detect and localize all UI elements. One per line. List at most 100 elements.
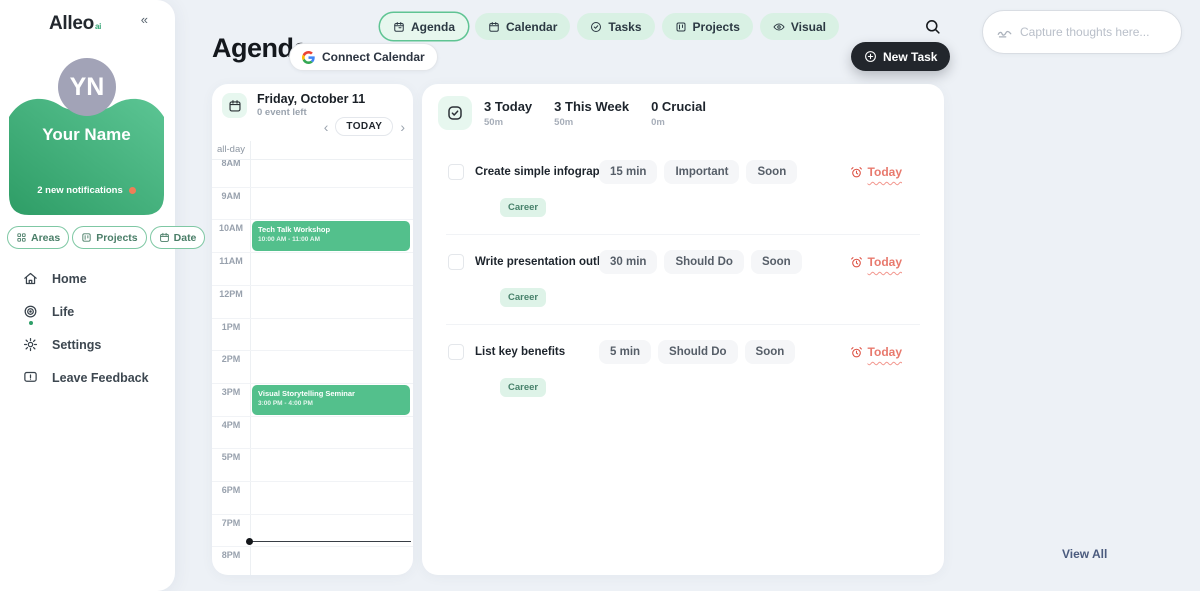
- task-checkbox[interactable]: [448, 254, 464, 270]
- brand-logo: Alleoai: [0, 13, 150, 35]
- hour-label: 9AM: [212, 191, 250, 201]
- menu-label: Life: [52, 305, 74, 319]
- task-urgency-pill[interactable]: Soon: [745, 340, 796, 364]
- calendar-icon: [488, 21, 500, 33]
- tab-label: Tasks: [608, 20, 641, 34]
- hour-row: 1PM: [212, 318, 413, 351]
- calendar-events-left: 0 event left: [257, 107, 307, 118]
- hour-row: 11AM: [212, 252, 413, 285]
- hour-row: 12PM: [212, 285, 413, 318]
- tab-label: Calendar: [506, 20, 557, 34]
- task-title: Create simple infographic: [475, 166, 599, 178]
- task-checkbox[interactable]: [448, 164, 464, 180]
- tab-calendar[interactable]: Calendar: [475, 13, 570, 40]
- today-button[interactable]: TODAY: [335, 117, 393, 136]
- task-checkbox[interactable]: [448, 344, 464, 360]
- task-tag[interactable]: Career: [500, 378, 546, 397]
- task-duration-pill[interactable]: 5 min: [599, 340, 651, 364]
- hour-row: 6PM: [212, 481, 413, 514]
- agenda-icon: [393, 21, 405, 33]
- task-due-label: Today: [868, 255, 902, 269]
- sidebar-item-leave-feedback[interactable]: Leave Feedback: [0, 361, 175, 394]
- stat-label: 3 Today: [484, 99, 532, 114]
- task-title: Write presentation outline: [475, 256, 599, 268]
- capture-input[interactable]: [1020, 25, 1167, 39]
- connect-calendar-button[interactable]: Connect Calendar: [289, 43, 438, 71]
- next-day-icon[interactable]: ›: [400, 120, 405, 134]
- task-due-badge[interactable]: Today: [850, 345, 902, 359]
- hour-label: 5PM: [212, 452, 250, 462]
- capture-box: [982, 10, 1182, 54]
- projects-icon: [675, 21, 687, 33]
- task-list: Create simple infographic15 min Important…: [422, 144, 944, 414]
- filter-date[interactable]: Date: [150, 226, 206, 249]
- life-icon: [23, 304, 38, 319]
- new-task-button[interactable]: New Task: [851, 42, 950, 71]
- stat-sub: 50m: [484, 117, 532, 128]
- task-due-badge[interactable]: Today: [850, 255, 902, 269]
- hour-row: 8PM: [212, 546, 413, 575]
- tab-tasks[interactable]: Tasks: [577, 13, 654, 40]
- task-tag[interactable]: Career: [500, 288, 546, 307]
- hour-label: 11AM: [212, 256, 250, 266]
- sidebar: Alleoai « Your Name 2 new notifications …: [0, 0, 175, 591]
- tab-projects[interactable]: Projects: [662, 13, 753, 40]
- stat-label: 0 Crucial: [651, 99, 706, 114]
- tab-agenda[interactable]: Agenda: [380, 13, 468, 40]
- task-importance-pill[interactable]: Important: [664, 160, 739, 184]
- menu-label: Settings: [52, 338, 101, 352]
- task-tag[interactable]: Career: [500, 198, 546, 217]
- task-stat: 0 Crucial0m: [651, 99, 706, 128]
- sidebar-item-life[interactable]: Life: [0, 295, 175, 328]
- unread-dot-icon: [29, 321, 33, 325]
- hour-label: 2PM: [212, 354, 250, 364]
- task-urgency-pill[interactable]: Soon: [746, 160, 797, 184]
- task-urgency-pill[interactable]: Soon: [751, 250, 802, 274]
- task-duration-pill[interactable]: 15 min: [599, 160, 657, 184]
- scribble-icon: [997, 25, 1012, 40]
- task-importance-pill[interactable]: Should Do: [658, 340, 738, 364]
- hour-row: 4PM: [212, 416, 413, 449]
- sidebar-collapse-icon[interactable]: «: [141, 12, 148, 27]
- hour-label: 6PM: [212, 485, 250, 495]
- calendar-tile-icon: [222, 93, 247, 118]
- areas-icon: [16, 232, 27, 243]
- calendar-event[interactable]: Visual Storytelling Seminar3:00 PM - 4:0…: [252, 385, 410, 415]
- notification-dot-icon: [129, 187, 136, 194]
- google-icon: [302, 51, 315, 64]
- task-due-badge[interactable]: Today: [850, 165, 902, 179]
- tab-label: Visual: [791, 20, 826, 34]
- filter-projects[interactable]: Projects: [72, 226, 146, 249]
- sidebar-item-home[interactable]: Home: [0, 262, 175, 295]
- calendar-panel: Friday, October 11 0 event left ‹ TODAY …: [212, 84, 413, 575]
- prev-day-icon[interactable]: ‹: [324, 120, 329, 134]
- home-icon: [23, 271, 38, 286]
- task-item: List key benefits5 minShould DoSoonToday…: [422, 324, 944, 414]
- plus-circle-icon: [864, 50, 877, 63]
- date-icon: [159, 232, 170, 243]
- hour-label: 1PM: [212, 322, 250, 332]
- tab-label: Projects: [693, 20, 740, 34]
- search-icon[interactable]: [924, 18, 944, 38]
- sidebar-menu: Home Life Settings Leave Feedback: [0, 262, 175, 394]
- task-due-label: Today: [868, 345, 902, 359]
- notifications-link[interactable]: 2 new notifications: [9, 185, 164, 196]
- all-day-row: all-day: [212, 141, 413, 160]
- brand-name: Alleo: [49, 13, 94, 34]
- alarm-icon: [850, 256, 863, 269]
- filter-areas[interactable]: Areas: [7, 226, 69, 249]
- view-all-link[interactable]: View All: [1062, 547, 1107, 561]
- all-day-label: all-day: [212, 144, 250, 155]
- calendar-hours: 8AM9AM10AM11AM12PM1PM2PM3PM4PM5PM6PM7PM8…: [212, 160, 413, 575]
- tab-visual[interactable]: Visual: [760, 13, 839, 40]
- stat-sub: 50m: [554, 117, 629, 128]
- hour-label: 7PM: [212, 518, 250, 528]
- sidebar-item-settings[interactable]: Settings: [0, 328, 175, 361]
- hour-row: 8AM: [212, 160, 413, 187]
- calendar-event[interactable]: Tech Talk Workshop10:00 AM - 11:00 AM: [252, 221, 410, 251]
- connect-calendar-label: Connect Calendar: [322, 50, 425, 64]
- avatar[interactable]: YN: [58, 58, 116, 116]
- task-importance-pill[interactable]: Should Do: [664, 250, 744, 274]
- hour-label: 4PM: [212, 420, 250, 430]
- task-duration-pill[interactable]: 30 min: [599, 250, 657, 274]
